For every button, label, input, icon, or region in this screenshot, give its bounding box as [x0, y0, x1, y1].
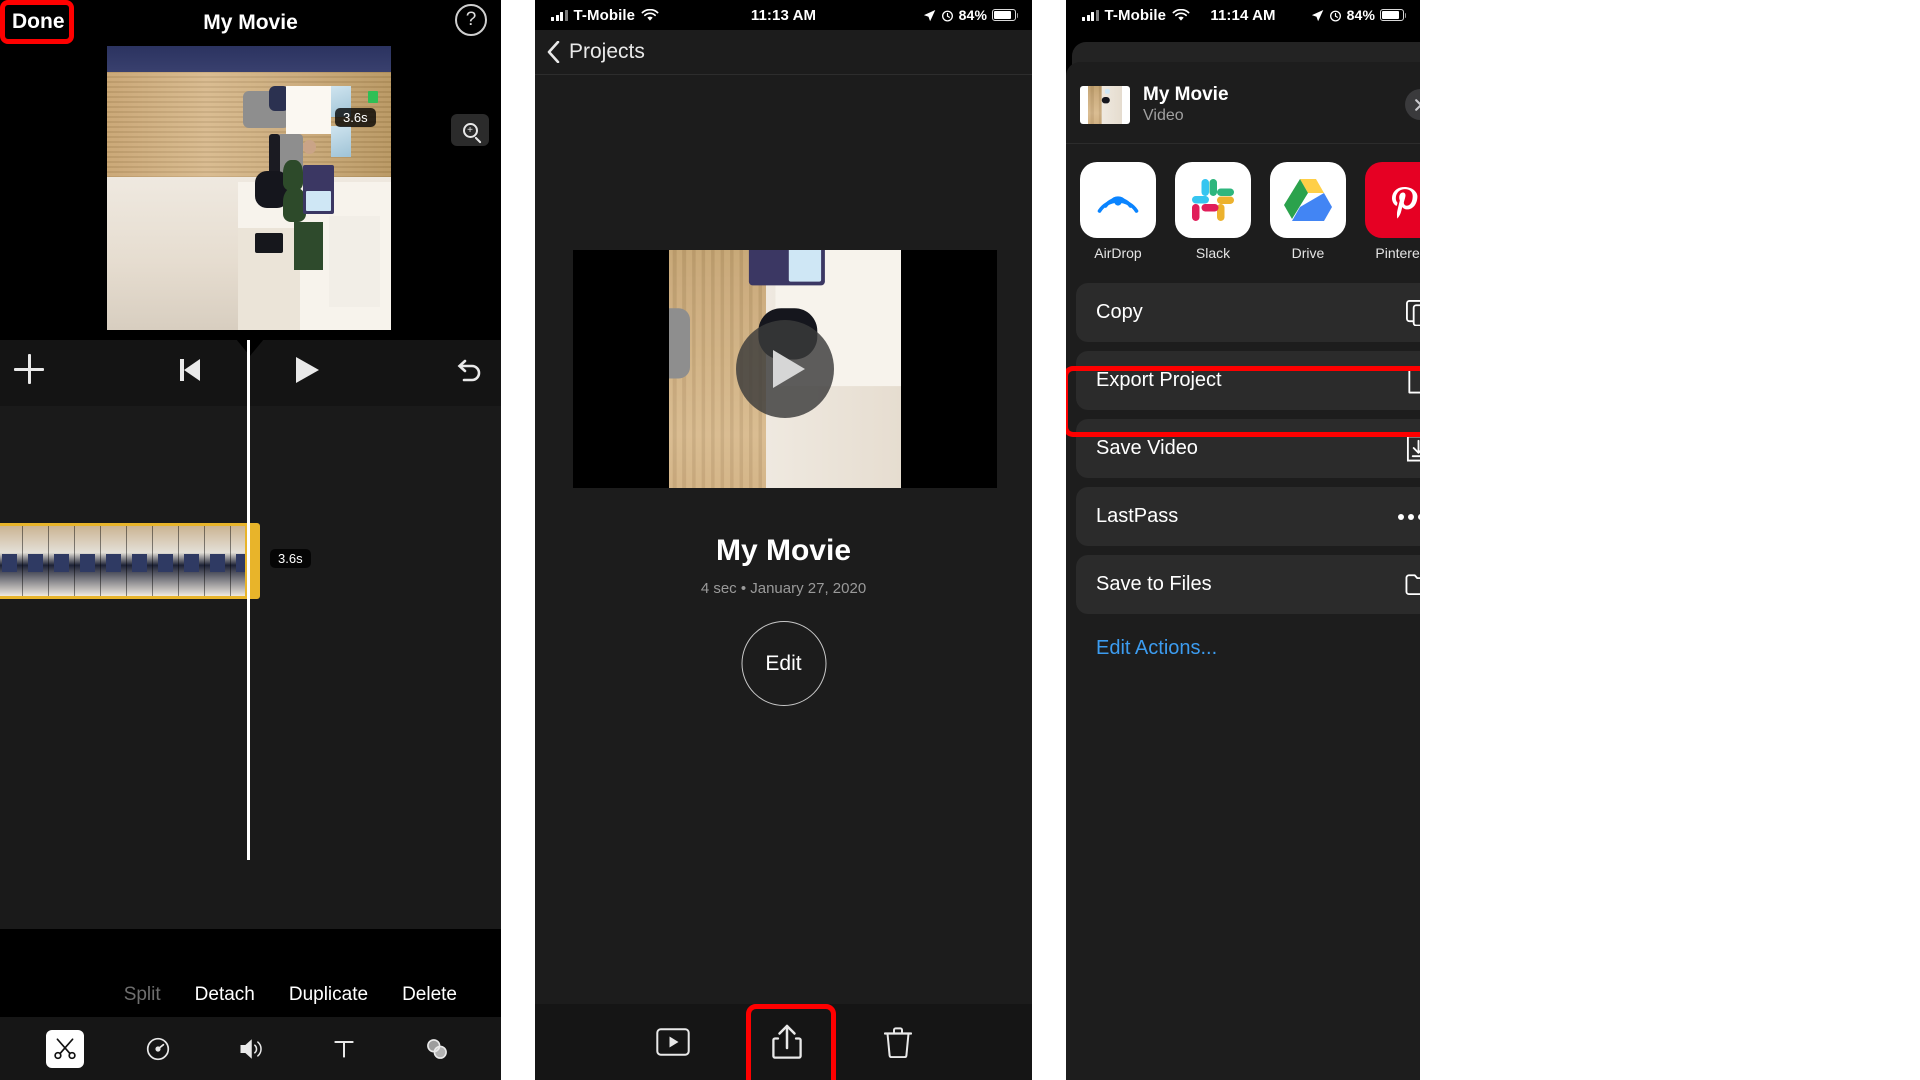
share-app-row[interactable]: AirDrop Slack Drive Pintere	[1066, 144, 1420, 275]
highlight-box-done	[0, 0, 74, 44]
playhead-line	[247, 340, 250, 860]
panel-share-sheet: T-Mobile 11:14 AM 84% My Movie Video Air…	[1066, 0, 1420, 1080]
play-button[interactable]	[736, 320, 834, 418]
share-row-lastpass[interactable]: LastPass	[1076, 487, 1420, 546]
airdrop-icon	[1080, 162, 1156, 238]
share-sheet-body: My Movie Video AirDrop Slack Drive Pinte…	[1066, 30, 1420, 1080]
project-thumbnail	[1080, 85, 1130, 124]
signal-icon	[551, 9, 568, 21]
undo-icon[interactable]	[455, 358, 483, 384]
app-label: AirDrop	[1094, 245, 1142, 261]
split-button[interactable]: Split	[124, 984, 161, 1006]
edit-actions-button[interactable]: Edit Actions...	[1076, 623, 1420, 660]
close-icon[interactable]	[1405, 89, 1420, 120]
delete-button[interactable]: Delete	[402, 984, 457, 1006]
app-label: Drive	[1291, 245, 1325, 261]
wifi-icon-3	[1172, 8, 1190, 21]
editor-title: My Movie	[203, 11, 298, 34]
back-chevron-icon[interactable]	[547, 41, 560, 63]
volume-icon[interactable]	[232, 1030, 270, 1068]
battery-icon	[992, 9, 1019, 21]
editor-top-bar: Done My Movie ?	[0, 0, 501, 52]
share-app-slack[interactable]: Slack	[1175, 162, 1251, 261]
trash-icon[interactable]	[883, 1026, 912, 1058]
project-meta: 4 sec • January 27, 2020	[700, 580, 867, 597]
highlight-box-save-video	[1066, 366, 1420, 437]
editor-tab-bar	[0, 1017, 501, 1080]
row-label: Save Video	[1096, 437, 1198, 459]
plus-icon[interactable]	[14, 354, 44, 384]
share-sheet: My Movie Video AirDrop Slack Drive Pinte…	[1066, 62, 1420, 1080]
status-bar-2: T-Mobile 11:13 AM 84%	[535, 0, 1032, 30]
playback-icon[interactable]	[655, 1028, 690, 1056]
share-subtitle: Video	[1143, 107, 1184, 124]
battery-percent: 84%	[958, 7, 987, 23]
edit-button[interactable]: Edit	[741, 621, 826, 706]
app-label: Slack	[1195, 245, 1231, 261]
video-preview-frame[interactable]: 3.6s	[107, 46, 391, 330]
project-title: My Movie	[715, 534, 852, 567]
row-label: LastPass	[1096, 505, 1179, 527]
editor-transport-bar	[0, 339, 501, 406]
copy-icon	[1406, 300, 1420, 326]
wifi-icon	[641, 8, 659, 21]
clip-duration-badge: 3.6s	[270, 549, 311, 568]
timeline-clip[interactable]	[0, 523, 260, 599]
share-row-save-to-files[interactable]: Save to Files	[1076, 555, 1420, 614]
row-label: Copy	[1096, 301, 1143, 323]
clip-action-row: Split Detach Duplicate Delete	[0, 973, 501, 1017]
panel-gap-1	[501, 0, 535, 1080]
help-icon[interactable]: ?	[455, 4, 487, 36]
panel-gap-2	[1032, 0, 1066, 1080]
google-drive-icon	[1270, 162, 1346, 238]
folder-icon	[1405, 574, 1420, 596]
share-row-copy[interactable]: Copy	[1076, 283, 1420, 342]
duplicate-button[interactable]: Duplicate	[289, 984, 368, 1006]
navigation-bar: Projects	[535, 30, 1032, 74]
share-app-airdrop[interactable]: AirDrop	[1080, 162, 1156, 261]
battery-percent-3: 84%	[1346, 7, 1375, 23]
alarm-icon-3	[1329, 10, 1341, 22]
tutorial-screenshot: Done My Movie ? + 3.6s 3.6s Split Detach…	[0, 0, 1920, 1080]
scissors-icon[interactable]	[45, 1029, 84, 1068]
share-title: My Movie	[1143, 84, 1229, 105]
editor-timeline[interactable]: 3.6s	[0, 340, 501, 929]
text-icon[interactable]	[325, 1030, 363, 1068]
play-icon[interactable]	[296, 357, 319, 383]
carrier-label-3: T-Mobile	[1104, 6, 1167, 24]
filters-icon[interactable]	[418, 1030, 456, 1068]
project-detail-body: My Movie 4 sec • January 27, 2020 Edit	[535, 75, 1032, 1080]
status-bar-3: T-Mobile 11:14 AM 84%	[1066, 0, 1420, 30]
playhead-marker	[236, 339, 264, 356]
speedometer-icon[interactable]	[139, 1030, 177, 1068]
skip-to-start-icon[interactable]	[180, 358, 206, 382]
panel-imovie-editor: Done My Movie ? + 3.6s 3.6s Split Detach…	[0, 0, 501, 1080]
back-button-label[interactable]: Projects	[569, 40, 645, 64]
signal-icon-3	[1082, 9, 1099, 21]
alarm-icon	[941, 10, 953, 22]
app-label: Pinterest	[1375, 245, 1420, 261]
share-app-drive[interactable]: Drive	[1270, 162, 1346, 261]
row-label: Save to Files	[1096, 573, 1212, 595]
location-icon-3	[1311, 9, 1323, 21]
detach-button[interactable]: Detach	[195, 984, 255, 1006]
save-download-icon	[1406, 435, 1420, 462]
share-app-pinterest[interactable]: Pinterest	[1365, 162, 1420, 261]
zoom-in-icon[interactable]: +	[451, 114, 489, 146]
panel-project-preview: T-Mobile 11:13 AM 84% Projects My Movie …	[535, 0, 1032, 1080]
carrier-label: T-Mobile	[573, 6, 636, 24]
video-still	[107, 46, 391, 330]
share-action-list: Copy Export Project Save Video LastPass …	[1066, 275, 1420, 660]
editor-viewer: + 3.6s	[0, 46, 501, 340]
location-icon	[923, 9, 935, 21]
highlight-box-share	[746, 1004, 836, 1080]
ellipsis-icon	[1398, 508, 1420, 525]
video-preview[interactable]	[573, 250, 997, 488]
slack-icon	[1175, 162, 1251, 238]
share-sheet-header: My Movie Video	[1066, 62, 1420, 143]
viewer-duration-badge: 3.6s	[335, 108, 376, 127]
battery-icon-3	[1380, 9, 1407, 21]
pinterest-icon	[1365, 162, 1420, 238]
